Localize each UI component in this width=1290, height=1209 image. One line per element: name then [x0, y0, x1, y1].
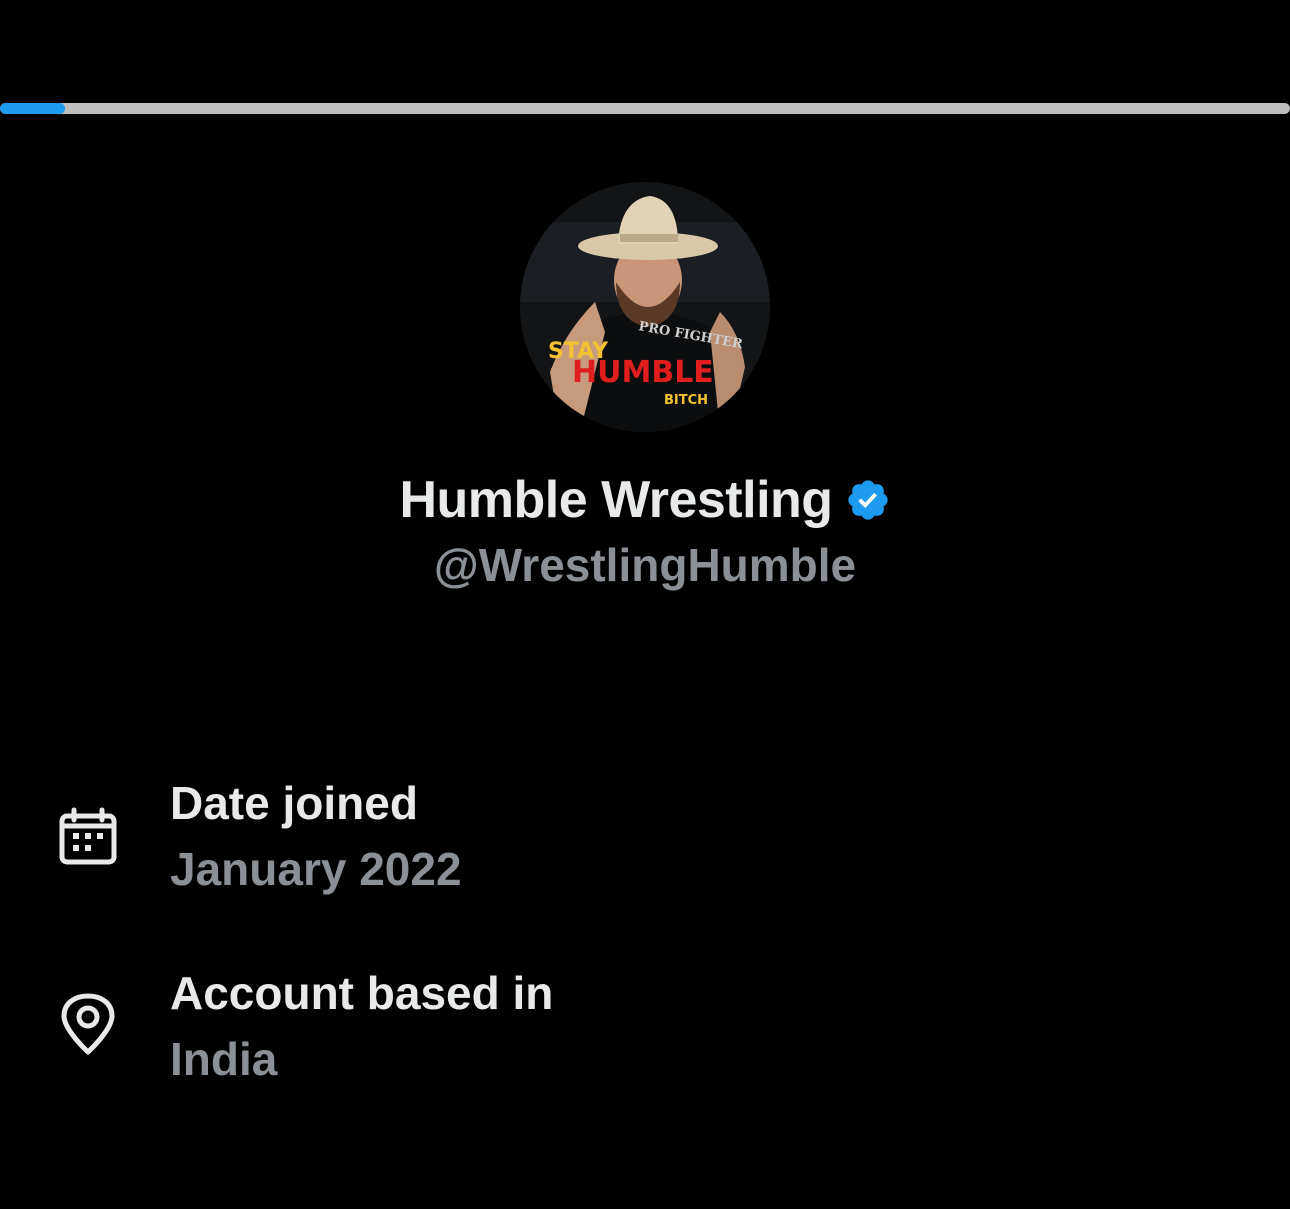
location-pin-icon: [56, 992, 120, 1056]
display-name: Humble Wrestling: [399, 471, 833, 529]
account-based-in-value: India: [170, 1033, 278, 1085]
about-account-screen: PRO FIGHTER STAY HUMBLE BITCH Humble Wre…: [0, 0, 1290, 1209]
verified-badge-icon: [845, 477, 891, 523]
avatar-overlay-bitch: BITCH: [664, 393, 708, 408]
avatar[interactable]: PRO FIGHTER STAY HUMBLE BITCH: [520, 182, 770, 432]
date-joined-value: January 2022: [170, 843, 462, 895]
handle: @WrestlingHumble: [433, 539, 857, 591]
account-based-in-label: Account based in: [170, 967, 554, 1019]
calendar-icon: [56, 806, 120, 870]
date-joined-label: Date joined: [170, 777, 418, 829]
account-based-in-row: Account based in India: [0, 960, 1290, 1100]
story-progress-fill: [0, 103, 65, 114]
avatar-overlay-humble: HUMBLE: [572, 355, 714, 390]
date-joined-row: Date joined January 2022: [0, 770, 1290, 910]
profile-name-row: Humble Wrestling: [0, 470, 1290, 530]
story-progress-bar: [0, 103, 1290, 114]
avatar-photo: PRO FIGHTER STAY HUMBLE BITCH: [520, 182, 770, 432]
